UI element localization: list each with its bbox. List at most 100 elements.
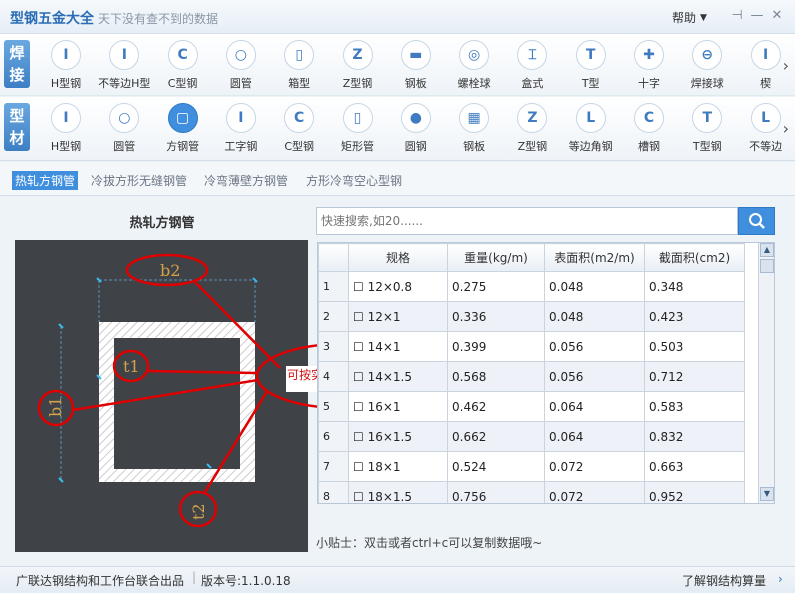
table-row[interactable]: 2 ☐ 12×1 0.336 0.048 0.423 — [318, 301, 745, 332]
table-cell[interactable]: ☐ 16×1 — [348, 391, 448, 422]
weld-item-5[interactable]: Z Z型钢 — [329, 40, 387, 91]
row-index: 8 — [318, 481, 349, 503]
app-title: 型钢五金大全 — [10, 11, 94, 27]
table-cell[interactable]: 0.336 — [447, 301, 545, 332]
table-row[interactable]: 4 ☐ 14×1.5 0.568 0.056 0.712 — [318, 361, 745, 392]
weld-item-2[interactable]: C C型钢 — [154, 40, 212, 91]
subtab-cold-drawn[interactable]: 冷拔方形无缝钢管 — [91, 172, 187, 189]
table-cell[interactable]: 0.503 — [644, 331, 745, 362]
profile-item-3[interactable]: I 工字钢 — [212, 103, 270, 154]
search-input[interactable] — [316, 207, 738, 235]
header-spec[interactable]: 规格 — [348, 243, 448, 272]
weld-item-3[interactable]: ○ 圆管 — [212, 40, 270, 91]
table-cell[interactable]: 0.662 — [447, 421, 545, 452]
table-cell[interactable]: ☐ 16×1.5 — [348, 421, 448, 452]
weld-item-7[interactable]: ◎ 螺栓球 — [445, 40, 503, 91]
scroll-thumb[interactable] — [760, 259, 774, 273]
table-cell[interactable]: 0.952 — [644, 481, 745, 503]
table-cell[interactable]: ☐ 18×1 — [348, 451, 448, 482]
weld-item-10[interactable]: ✚ 十字 — [620, 40, 678, 91]
table-cell[interactable]: 0.064 — [544, 391, 645, 422]
profile-shape-icon: ▦ — [459, 103, 490, 133]
weld-item-label: 圆管 — [229, 77, 252, 90]
profile-shape-icon: ▢ — [167, 103, 198, 133]
table-cell[interactable]: 0.583 — [644, 391, 745, 422]
profile-item-7[interactable]: ▦ 钢板 — [445, 103, 503, 154]
table-cell[interactable]: 0.524 — [447, 451, 545, 482]
table-cell[interactable]: 0.064 — [544, 421, 645, 452]
subtab-hot-rolled[interactable]: 热轧方钢管 — [12, 171, 79, 190]
weld-item-8[interactable]: ⌶ 盒式 — [503, 40, 561, 91]
table-cell[interactable]: ☐ 12×1 — [348, 301, 448, 332]
subtab-cold-bent-hollow[interactable]: 方形冷弯空心型钢 — [306, 172, 402, 189]
table-cell[interactable]: 0.712 — [644, 361, 745, 392]
weld-item-0[interactable]: I H型钢 — [37, 40, 95, 91]
close-icon[interactable]: ✕ — [768, 7, 786, 25]
profile-item-5[interactable]: ▯ 矩形管 — [329, 103, 387, 154]
table-cell[interactable]: 0.348 — [644, 271, 745, 302]
profile-item-9[interactable]: L 等边角钢 — [562, 103, 620, 154]
chevron-right-icon[interactable]: › — [778, 572, 783, 586]
profile-item-10[interactable]: C 槽钢 — [620, 103, 678, 154]
profile-item-1[interactable]: ○ 圆管 — [95, 103, 153, 154]
profile-shape-icon: ▯ — [284, 40, 315, 70]
table-cell[interactable]: 0.399 — [447, 331, 545, 362]
table-cell[interactable]: ☐ 14×1 — [348, 331, 448, 362]
profile-item-4[interactable]: C C型钢 — [270, 103, 328, 154]
profile-item-6[interactable]: ● 圆钢 — [387, 103, 445, 154]
scroll-down-icon[interactable]: ▼ — [760, 487, 774, 501]
table-cell[interactable]: 0.832 — [644, 421, 745, 452]
profile-item-2[interactable]: ▢ 方钢管 — [154, 103, 212, 154]
weld-item-label: T型 — [581, 77, 600, 90]
dim-label-t2: t2 — [189, 503, 208, 520]
profile-item-0[interactable]: I H型钢 — [37, 103, 95, 154]
weld-item-9[interactable]: T T型 — [562, 40, 620, 91]
scroll-up-icon[interactable]: ▲ — [760, 243, 774, 257]
weld-item-1[interactable]: I 不等边H型 — [95, 40, 153, 91]
table-cell[interactable]: 0.462 — [447, 391, 545, 422]
subtab-cold-bent-thin[interactable]: 冷弯薄壁方钢管 — [204, 172, 288, 189]
table-row[interactable]: 7 ☐ 18×1 0.524 0.072 0.663 — [318, 451, 745, 482]
search-button[interactable] — [738, 207, 775, 235]
weld-item-4[interactable]: ▯ 箱型 — [270, 40, 328, 91]
table-scrollbar[interactable]: ▲ ▼ — [758, 243, 774, 503]
table-cell[interactable]: 0.056 — [544, 361, 645, 392]
table-cell[interactable]: 0.568 — [447, 361, 545, 392]
learn-more-link[interactable]: 了解钢结构算量 — [682, 572, 766, 589]
table-row[interactable]: 6 ☐ 16×1.5 0.662 0.064 0.832 — [318, 421, 745, 452]
help-label[interactable]: 帮助 — [672, 9, 696, 26]
header-weight[interactable]: 重量(kg/m) — [447, 243, 545, 272]
pin-icon[interactable]: ⊣ — [728, 7, 746, 25]
row-tag-weld: 焊接 — [4, 40, 30, 88]
table-cell[interactable]: ☐ 14×1.5 — [348, 361, 448, 392]
dim-label-b2: b2 — [160, 261, 180, 280]
table-row[interactable]: 1 ☐ 12×0.8 0.275 0.048 0.348 — [318, 271, 745, 302]
table-row[interactable]: 5 ☐ 16×1 0.462 0.064 0.583 — [318, 391, 745, 422]
table-cell[interactable]: 0.423 — [644, 301, 745, 332]
table-cell[interactable]: ☐ 12×0.8 — [348, 271, 448, 302]
profile-item-8[interactable]: Z Z型钢 — [503, 103, 561, 154]
profile-shape-icon: ⌶ — [517, 40, 548, 70]
weld-item-11[interactable]: ⊖ 焊接球 — [678, 40, 736, 91]
weld-item-6[interactable]: ▬ 钢板 — [387, 40, 445, 91]
table-cell[interactable]: 0.056 — [544, 331, 645, 362]
chevron-right-icon[interactable]: › — [783, 119, 789, 138]
help-menu[interactable]: 帮助 ▼ — [672, 9, 707, 26]
table-cell[interactable]: 0.072 — [544, 451, 645, 482]
table-cell[interactable]: ☐ 18×1.5 — [348, 481, 448, 503]
table-row[interactable]: 3 ☐ 14×1 0.399 0.056 0.503 — [318, 331, 745, 362]
minimize-icon[interactable]: — — [748, 7, 766, 25]
header-area[interactable]: 截面积(cm2) — [644, 243, 745, 272]
table-cell[interactable]: 0.048 — [544, 271, 645, 302]
table-row[interactable]: 8 ☐ 18×1.5 0.756 0.072 0.952 — [318, 481, 745, 503]
table-cell[interactable]: 0.663 — [644, 451, 745, 482]
table-cell[interactable]: 0.072 — [544, 481, 645, 503]
table-cell[interactable]: 0.048 — [544, 301, 645, 332]
profile-item-11[interactable]: T T型钢 — [678, 103, 736, 154]
profile-item-label: 钢板 — [463, 140, 486, 153]
table-cell[interactable]: 0.275 — [447, 271, 545, 302]
table-cell[interactable]: 0.756 — [447, 481, 545, 503]
profile-shape-icon: ● — [400, 103, 431, 133]
chevron-right-icon[interactable]: › — [783, 56, 789, 75]
header-surface[interactable]: 表面积(m2/m) — [544, 243, 645, 272]
